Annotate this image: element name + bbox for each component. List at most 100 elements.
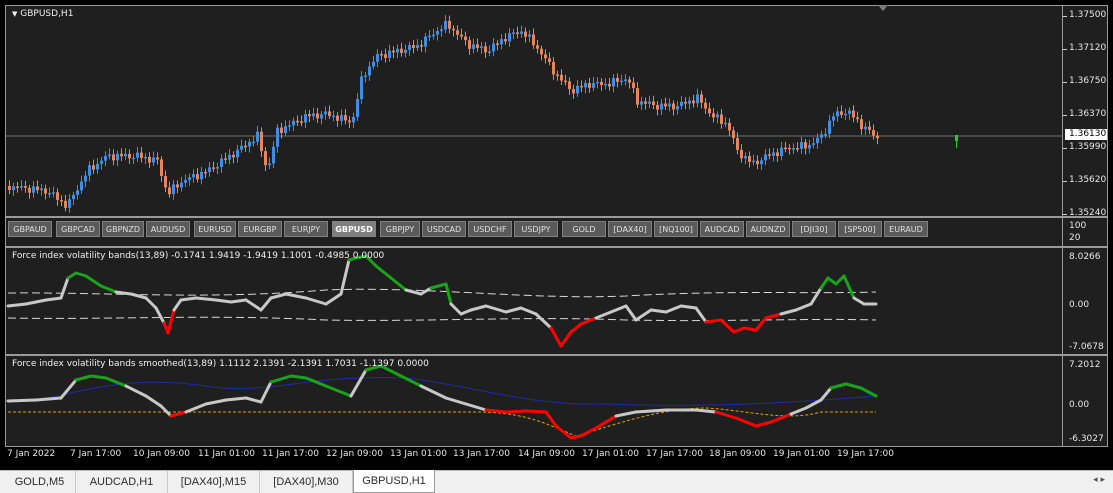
- indicator-segment: [444, 282, 453, 306]
- symbol-button[interactable]: [SP500]: [838, 221, 882, 237]
- candle: [572, 89, 575, 94]
- candle: [596, 81, 599, 84]
- candle: [452, 28, 455, 31]
- symbol-button[interactable]: GBPJPY: [380, 221, 420, 237]
- candle: [680, 101, 683, 107]
- chart-tab[interactable]: [DAX40],M15: [168, 471, 260, 493]
- candle: [740, 149, 743, 159]
- candle: [792, 148, 795, 150]
- axis-label: 0.00: [1069, 400, 1090, 410]
- indicator-segment: [734, 416, 758, 428]
- candle: [140, 152, 143, 159]
- symbol-button[interactable]: EURJPY: [284, 221, 328, 237]
- candle: [732, 130, 735, 139]
- candle: [28, 187, 31, 193]
- symbol-button[interactable]: EURGBP: [238, 221, 282, 237]
- indicator-segment: [6, 302, 28, 308]
- candle: [284, 126, 287, 134]
- candle: [604, 83, 607, 86]
- price-chart-pane[interactable]: ▼ GBPUSD,H1: [5, 5, 1063, 217]
- symbol-button[interactable]: EURUSD: [194, 221, 236, 237]
- symbol-button[interactable]: [NQ100]: [654, 221, 698, 237]
- chart-tab[interactable]: [DAX40],M30: [260, 471, 353, 493]
- candle: [348, 120, 351, 123]
- indicator-segment: [634, 408, 668, 414]
- axis-label: -7.0678: [1069, 342, 1104, 352]
- time-label: 17 Jan 17:00: [646, 449, 703, 459]
- indicator-segment: [99, 284, 118, 294]
- candle: [88, 165, 91, 176]
- candle: [256, 131, 259, 142]
- time-label: 13 Jan 01:00: [390, 449, 447, 459]
- force-index-pane[interactable]: Force index volatility bands(13,89) -0.1…: [5, 247, 1063, 355]
- candle: [456, 30, 459, 35]
- candle: [780, 147, 783, 157]
- time-label: 19 Jan 01:00: [773, 449, 830, 459]
- symbol-button[interactable]: GBPCAD: [56, 221, 100, 237]
- candle: [176, 184, 179, 188]
- candle: [700, 94, 703, 103]
- candle: [24, 186, 27, 188]
- candle: [296, 120, 299, 123]
- tab-scroll-icon[interactable]: ◂ ▸: [1093, 475, 1105, 485]
- candle: [828, 120, 831, 134]
- symbol-button[interactable]: AUDNZD: [746, 221, 790, 237]
- indicator-segment: [114, 290, 133, 296]
- chart-tab[interactable]: GBPUSD,H1: [353, 470, 435, 493]
- candle: [676, 106, 679, 110]
- indicator-segment: [419, 384, 448, 400]
- indicator-segment: [59, 276, 70, 300]
- symbol-button[interactable]: GBPNZD: [102, 221, 144, 237]
- symbol-button[interactable]: GOLD: [562, 221, 606, 237]
- symbol-button[interactable]: [DAX40]: [608, 221, 652, 237]
- symbol-button[interactable]: USDCHF: [468, 221, 512, 237]
- candle: [832, 116, 835, 121]
- indicator-segment: [244, 396, 263, 404]
- symbol-button[interactable]: GBPUSD: [332, 221, 376, 237]
- candle: [424, 36, 427, 47]
- candle: [208, 167, 211, 173]
- price-label: 1.37500: [1069, 10, 1107, 20]
- candle: [152, 157, 155, 163]
- candle: [380, 54, 383, 56]
- indicator-segment: [244, 298, 263, 312]
- indicator-segment: [829, 382, 848, 390]
- force-index-smoothed-pane[interactable]: Force index volatility bands smoothed(13…: [5, 355, 1063, 447]
- candle: [144, 156, 147, 159]
- symbol-button[interactable]: AUDUSD: [146, 221, 190, 237]
- candle: [184, 180, 187, 183]
- candle: [368, 66, 371, 76]
- candle: [720, 114, 723, 124]
- symbol-button[interactable]: EURAUD: [884, 221, 928, 237]
- chart-tab[interactable]: GOLD,M5: [4, 471, 76, 493]
- candle: [132, 157, 135, 160]
- symbol-button[interactable]: USDJPY: [514, 221, 558, 237]
- candle: [252, 141, 255, 144]
- candle: [316, 113, 319, 119]
- symbol-button[interactable]: GBPAUD: [8, 221, 52, 237]
- candle: [240, 145, 243, 150]
- dropdown-triangle-icon[interactable]: ▼: [12, 10, 17, 18]
- force-index-plot: [6, 254, 878, 348]
- candle: [836, 111, 839, 117]
- indicator-segment: [74, 271, 88, 278]
- candle: [704, 102, 707, 109]
- indicator-segment: [834, 274, 846, 286]
- candle: [708, 108, 711, 114]
- candle: [372, 61, 375, 67]
- price-axis[interactable]: 1.37500 1.37120 1.36750 1.36370 1.35990 …: [1063, 5, 1108, 218]
- candle: [464, 36, 467, 41]
- indicator-segment: [524, 409, 548, 414]
- symbol-button[interactable]: [DJI30]: [792, 221, 836, 237]
- candle: [180, 182, 183, 188]
- chart-tab[interactable]: AUDCAD,H1: [76, 471, 168, 493]
- time-label: 18 Jan 09:00: [709, 449, 766, 459]
- candle: [532, 34, 535, 46]
- indicator-segment: [269, 292, 288, 300]
- candle: [652, 101, 655, 106]
- indicator-segment: [819, 276, 830, 290]
- candle: [460, 34, 463, 37]
- symbol-button[interactable]: USDCAD: [422, 221, 466, 237]
- symbol-button[interactable]: AUDCAD: [700, 221, 744, 237]
- chart-symbol-title[interactable]: ▼ GBPUSD,H1: [12, 9, 73, 19]
